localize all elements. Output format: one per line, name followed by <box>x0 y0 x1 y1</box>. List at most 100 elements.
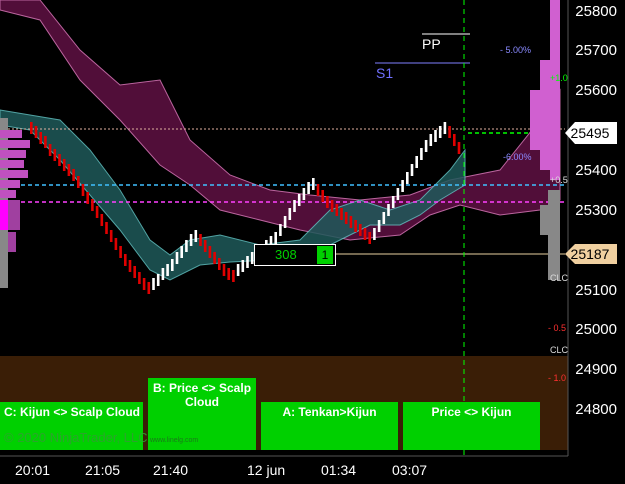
bear-brick <box>321 190 324 202</box>
price-tick: 25700 <box>575 42 617 59</box>
bull-brick <box>415 156 418 168</box>
bull-brick <box>241 260 245 272</box>
bull-brick <box>373 228 376 240</box>
position-box[interactable]: 308 1 <box>254 244 336 266</box>
price-tick: 25000 <box>575 321 617 338</box>
watermark-site: www.linelg.com <box>150 437 199 444</box>
bull-brick <box>401 180 404 192</box>
bear-brick <box>95 206 99 218</box>
bear-brick <box>218 258 221 270</box>
bull-brick <box>156 274 160 286</box>
bull-brick <box>438 126 442 138</box>
bear-brick <box>335 204 339 216</box>
bear-brick <box>44 136 47 148</box>
bull-brick <box>307 182 310 194</box>
price-tick: 25600 <box>575 82 617 99</box>
bear-brick <box>363 228 367 240</box>
volume-profile-right <box>530 0 560 280</box>
bull-brick <box>443 122 447 134</box>
bull-brick <box>434 130 437 142</box>
bear-brick <box>344 212 348 224</box>
bull-brick <box>406 172 409 184</box>
pct-label-top: - 5.00% <box>500 45 532 55</box>
bull-brick <box>166 264 169 276</box>
price-tick: 24800 <box>575 401 617 418</box>
pct-label-mid: -6.00% <box>503 152 532 162</box>
bear-brick <box>128 260 132 272</box>
signal-price-kijun[interactable]: Price <> Kijun <box>403 402 540 450</box>
bear-brick <box>81 184 85 196</box>
bull-brick <box>161 268 165 280</box>
bear-brick <box>72 169 75 181</box>
bull-brick <box>382 212 386 224</box>
bear-brick <box>199 234 202 246</box>
bull-brick <box>297 194 301 206</box>
bear-brick <box>48 144 52 156</box>
bull-brick <box>302 188 306 200</box>
bull-brick <box>410 164 414 176</box>
bear-brick <box>119 246 122 258</box>
s1-label: S1 <box>376 65 394 81</box>
position-count: 1 <box>317 246 333 264</box>
scale-minus05: - 0.5 <box>548 323 567 333</box>
signal-a-tenkan-kijun[interactable]: A: Tenkan>Kijun <box>261 402 398 450</box>
marker-price-tag: 25187 <box>570 246 610 262</box>
volume-profile-left <box>0 118 30 288</box>
scale-clc-2: CLC <box>550 345 569 355</box>
bear-brick <box>91 199 94 211</box>
bear-brick <box>368 232 371 244</box>
bear-brick <box>457 142 461 154</box>
pp-label: PP <box>422 36 441 52</box>
price-tick: 24900 <box>575 361 617 378</box>
scale-plus1: +1.0 <box>550 73 568 83</box>
bear-brick <box>138 272 141 284</box>
bear-brick <box>227 268 230 280</box>
bull-brick <box>185 240 188 252</box>
bull-brick <box>279 224 282 236</box>
time-tick: 21:40 <box>153 462 189 478</box>
price-tick: 25100 <box>575 282 617 299</box>
bear-brick <box>208 246 212 258</box>
scale-clc-1: CLC <box>550 273 569 283</box>
bear-brick <box>34 126 38 138</box>
bull-brick <box>175 252 179 264</box>
bear-brick <box>58 154 61 166</box>
bull-brick <box>396 188 400 200</box>
bull-brick <box>274 232 277 244</box>
bull-brick <box>194 230 198 242</box>
bear-brick <box>39 132 42 144</box>
time-tick: 01:34 <box>321 462 357 478</box>
bull-brick <box>391 196 395 208</box>
position-quantity: 308 <box>275 247 297 262</box>
bear-brick <box>213 252 216 264</box>
price-tick: 25400 <box>575 162 617 179</box>
bull-brick <box>189 234 193 246</box>
bear-brick <box>359 224 362 236</box>
bear-brick <box>326 196 329 208</box>
current-price-tag: 25495 <box>570 125 610 141</box>
bear-brick <box>448 126 451 138</box>
bear-brick <box>62 159 66 171</box>
bear-brick <box>114 238 118 250</box>
bear-brick <box>147 282 151 294</box>
bull-brick <box>246 256 249 268</box>
bull-brick <box>429 134 433 146</box>
time-tick: 20:01 <box>15 462 51 478</box>
bull-brick <box>283 216 287 228</box>
bull-brick <box>424 140 428 152</box>
bull-brick <box>152 278 155 290</box>
bear-brick <box>142 278 146 290</box>
scale-minus1: - 1.0 <box>548 373 567 383</box>
bear-brick <box>86 192 89 204</box>
bear-brick <box>232 270 235 282</box>
bear-brick <box>453 134 456 146</box>
bull-brick <box>420 148 423 160</box>
bull-brick <box>312 178 315 190</box>
bear-brick <box>53 149 57 161</box>
bear-brick <box>67 164 71 176</box>
bear-brick <box>105 222 108 234</box>
bear-brick <box>340 208 343 220</box>
bear-brick <box>316 184 320 196</box>
bear-brick <box>124 254 127 266</box>
time-tick: 12 jun <box>247 462 286 478</box>
